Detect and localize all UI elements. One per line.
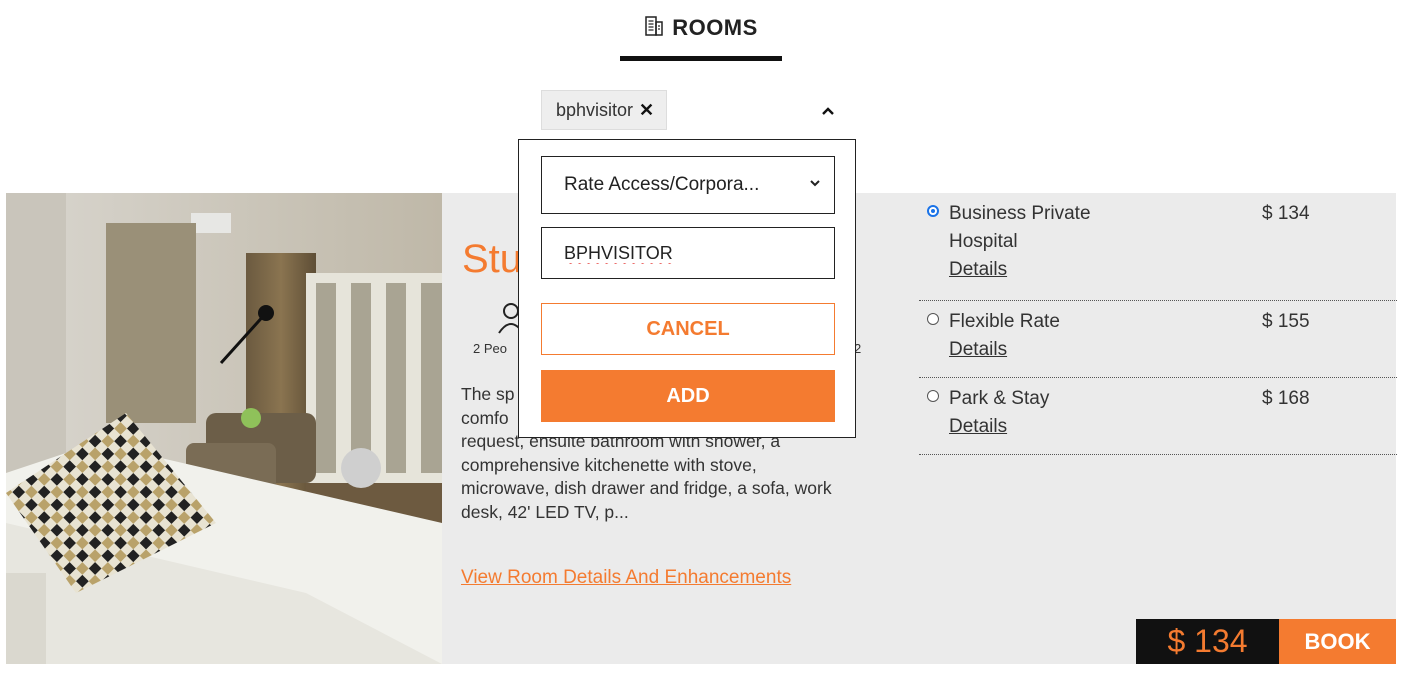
page-title: ROOMS [672, 15, 758, 40]
building-icon [644, 14, 664, 42]
promo-code-input[interactable] [541, 227, 835, 279]
add-button[interactable]: ADD [541, 370, 835, 422]
book-button[interactable]: BOOK [1279, 619, 1396, 664]
rate-details-link[interactable]: Details [949, 413, 1129, 441]
rooms-header: ROOMS [620, 14, 782, 61]
rate-option-park-and-stay[interactable]: Park & Stay Details $ 168 [919, 378, 1397, 455]
rate-name: Park & Stay [949, 388, 1050, 409]
rate-details-link[interactable]: Details [949, 336, 1129, 364]
rate-radio[interactable] [927, 390, 939, 402]
chevron-down-icon [808, 174, 822, 196]
view-room-details-link[interactable]: View Room Details And Enhancements [461, 567, 791, 589]
rate-access-select[interactable]: Rate Access/Corpora... [541, 156, 835, 214]
promo-code-chip: bphvisitor ✕ [541, 90, 668, 130]
header-underline [620, 56, 782, 61]
rate-option-flexible[interactable]: Flexible Rate Details $ 155 [919, 301, 1397, 378]
remove-promo-icon[interactable]: ✕ [639, 100, 654, 121]
chevron-up-icon[interactable] [818, 101, 838, 121]
room-title: Stu [462, 237, 522, 281]
rate-price: $ 155 [1262, 311, 1310, 332]
rate-details-link[interactable]: Details [949, 256, 1129, 284]
rate-access-select-value: Rate Access/Corpora... [564, 174, 760, 195]
rate-price: $ 168 [1262, 388, 1310, 409]
cancel-button[interactable]: CANCEL [541, 303, 835, 355]
selected-price: $ 134 [1136, 619, 1279, 664]
rate-radio[interactable] [927, 205, 939, 217]
rate-radio[interactable] [927, 313, 939, 325]
rate-name: Flexible Rate [949, 311, 1060, 332]
room-photo [6, 193, 442, 664]
rate-price: $ 134 [1262, 203, 1310, 224]
promo-code-popup: Rate Access/Corpora... CANCEL ADD [518, 139, 856, 438]
rate-option-business-private[interactable]: Business Private Hospital Details $ 134 [919, 193, 1397, 301]
rate-name: Business Private Hospital [949, 203, 1091, 252]
promo-code-chip-label: bphvisitor [556, 99, 634, 120]
